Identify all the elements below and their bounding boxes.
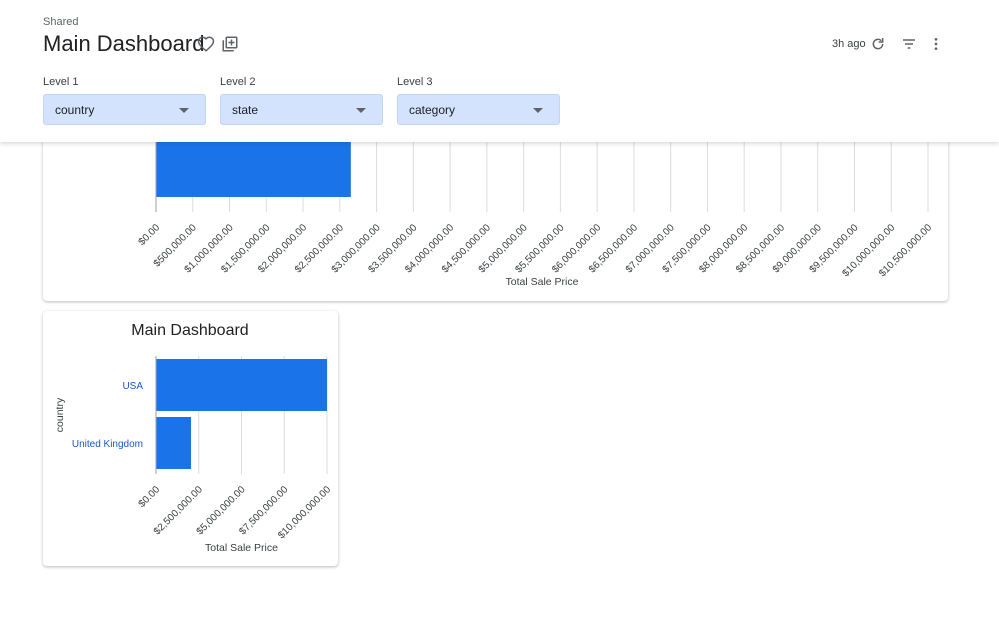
category-label: USA	[122, 381, 143, 392]
filter-icon[interactable]	[901, 36, 917, 52]
dropdown-caret-icon	[533, 108, 543, 113]
x-axis-title: Total Sale Price	[506, 276, 579, 288]
bar	[156, 359, 327, 411]
x-axis-title: Total Sale Price	[205, 542, 278, 554]
bar-chart-2: $0.00$2,500,000.00$5,000,000.00$7,500,00…	[54, 322, 333, 554]
heart-icon[interactable]	[197, 35, 215, 53]
dropdown-caret-icon	[179, 108, 189, 113]
y-axis-title: country	[54, 397, 66, 432]
page-title: Main Dashboard	[43, 31, 205, 56]
filter-label-level-1: Level 1	[43, 76, 79, 88]
chart-title: Main Dashboard	[131, 322, 248, 339]
last-updated-text: 3h ago	[832, 38, 866, 50]
filter-label-level-2: Level 2	[220, 76, 256, 88]
dashboard-header: Shared Main Dashboard 3h ago Level 1 cou…	[0, 0, 999, 142]
bar-chart-1: $0.00$500,000.00$1,000,000.00$1,500,000.…	[137, 120, 934, 288]
filter-select-level-1[interactable]: country	[43, 94, 206, 125]
filter-value: category	[409, 103, 456, 117]
filter-label-level-3: Level 3	[397, 76, 433, 88]
tick-label: $0.00	[137, 222, 163, 248]
bar	[156, 417, 192, 469]
more-vert-icon[interactable]	[928, 36, 944, 52]
filter-value: state	[232, 103, 259, 117]
add-to-board-icon[interactable]	[221, 35, 239, 53]
dropdown-caret-icon	[356, 108, 366, 113]
filter-value: country	[55, 103, 95, 117]
tick-label: $0.00	[137, 484, 163, 510]
chart-tile-1[interactable]: $0.00 $500,000.00 $1,000,000.00 $1,500,000.…	[43, 120, 948, 301]
breadcrumb[interactable]: Shared	[43, 16, 78, 28]
refresh-icon[interactable]	[870, 36, 886, 52]
filter-select-level-2[interactable]: state	[220, 94, 383, 125]
filter-select-level-3[interactable]: category	[397, 94, 560, 125]
category-label: United Kingdom	[72, 439, 143, 450]
chart-tile-2[interactable]: $0.00 $2,500,000.00 $5,000,000.00 $7,500,00…	[43, 311, 338, 566]
